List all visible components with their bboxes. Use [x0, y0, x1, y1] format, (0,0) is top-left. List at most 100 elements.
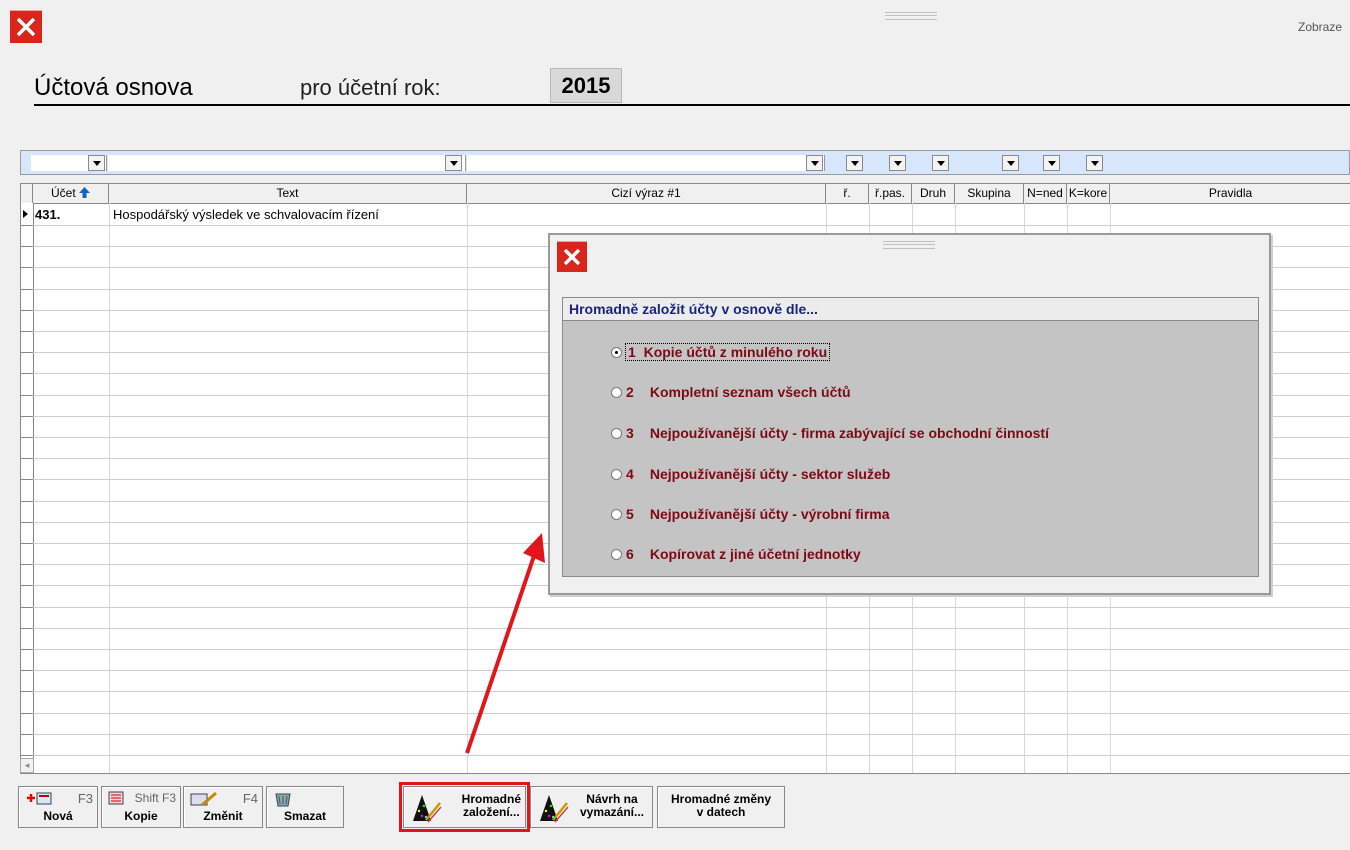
edit-pencil-icon	[190, 791, 217, 807]
radio-icon[interactable]	[611, 427, 622, 439]
row-indicator-rule	[21, 246, 33, 247]
filter-rpas-dropdown[interactable]	[889, 155, 906, 171]
radio-icon[interactable]	[611, 468, 622, 480]
row-indicator-rule	[21, 543, 33, 544]
bulk-create-dialog: Hromadně založit účty v osnově dle... 1 …	[548, 233, 1271, 595]
row-indicator-rule	[21, 585, 33, 586]
window-close-button[interactable]	[10, 10, 42, 43]
row-indicator-rule	[21, 713, 33, 714]
options-panel: Hromadně založit účty v osnově dle... 1 …	[562, 297, 1259, 577]
view-label[interactable]: Zobraze	[1298, 20, 1342, 34]
column-header-druh[interactable]: Druh	[912, 184, 955, 203]
filter-text-dropdown[interactable]	[445, 155, 462, 171]
row-indicator-rule	[21, 691, 33, 692]
copy-button[interactable]: Shift F3 Kopie	[101, 786, 181, 828]
row-indicator-rule	[21, 416, 33, 417]
column-header-ucet[interactable]: Účet	[33, 184, 109, 203]
add-record-icon	[27, 792, 52, 805]
row-indicator-rule	[21, 564, 33, 565]
filter-n-dropdown[interactable]	[1043, 155, 1060, 171]
radio-icon[interactable]	[611, 508, 622, 520]
wizard-hat-icon	[413, 795, 442, 823]
grid-rule	[21, 225, 1350, 226]
filter-druh-dropdown[interactable]	[932, 155, 949, 171]
row-indicator-rule	[21, 522, 33, 523]
filter-skupina-dropdown[interactable]	[1002, 155, 1019, 171]
row-indicator-rule	[21, 607, 33, 608]
row-indicator-rule	[21, 458, 33, 459]
grid-rule	[21, 691, 1350, 692]
filter-text[interactable]	[108, 155, 466, 171]
trash-bin-icon	[275, 793, 291, 807]
grid-rule	[21, 628, 1350, 629]
grid-rule	[21, 670, 1350, 671]
row-indicator-rule	[21, 289, 33, 290]
column-header-rpas[interactable]: ř.pas.	[869, 184, 912, 203]
bulk-changes-button[interactable]: Hromadné změny v datech	[657, 786, 785, 828]
row-indicator-rule	[21, 373, 33, 374]
column-header-text[interactable]: Text	[109, 184, 467, 203]
close-x-icon	[16, 17, 36, 37]
radio-icon[interactable]	[611, 386, 622, 398]
header-indicator	[21, 184, 33, 203]
row-indicator-rule	[21, 628, 33, 629]
row-indicator-rule	[21, 437, 33, 438]
table-row-account[interactable]: 431.	[35, 207, 60, 222]
row-indicator-rule	[21, 755, 33, 756]
dialog-heading: Hromadně založit účty v osnově dle...	[563, 298, 1258, 321]
column-header-k[interactable]: K=kore	[1067, 184, 1110, 203]
column-header-n[interactable]: N=ned	[1024, 184, 1067, 203]
column-header-skupina[interactable]: Skupina	[955, 184, 1024, 203]
row-indicator-rule	[21, 501, 33, 502]
new-button[interactable]: F3 Nová	[18, 786, 98, 828]
row-indicator-rule	[21, 395, 33, 396]
row-indicator-rule	[21, 331, 33, 332]
row-indicator-rule	[21, 670, 33, 671]
title-divider	[34, 104, 1350, 106]
edit-button[interactable]: F4 Změnit	[183, 786, 263, 828]
option-3[interactable]: 3 Nejpoužívanější účty - firma zabývajíc…	[611, 425, 1049, 441]
column-header-r[interactable]: ř.	[826, 184, 869, 203]
window-drag-grip[interactable]	[885, 12, 937, 20]
wizard-hat-icon	[540, 795, 569, 823]
filter-k-dropdown[interactable]	[1086, 155, 1103, 171]
page-title: Účtová osnova	[34, 74, 193, 101]
arrow-up-icon	[79, 187, 91, 198]
option-2[interactable]: 2 Kompletní seznam všech účtů	[611, 384, 851, 400]
grid-rule	[21, 734, 1350, 735]
filter-foreign[interactable]	[467, 155, 825, 171]
row-indicator-rule	[21, 479, 33, 480]
close-x-icon	[563, 248, 581, 266]
propose-delete-button[interactable]: Návrh na vymazání...	[530, 786, 653, 828]
grid-rule	[21, 607, 1350, 608]
table-row-text[interactable]: Hospodářský výsledek ve schvalovacím říz…	[113, 207, 379, 222]
column-header-foreign[interactable]: Cizí výraz #1	[467, 184, 826, 203]
year-label: pro účetní rok:	[300, 75, 441, 100]
option-4[interactable]: 4 Nejpoužívanější účty - sektor služeb	[611, 466, 890, 482]
option-5[interactable]: 5 Nejpoužívanější účty - výrobní firma	[611, 506, 890, 522]
filter-foreign-dropdown[interactable]	[806, 155, 823, 171]
filter-ucet-dropdown[interactable]	[88, 155, 105, 171]
scroll-left-button[interactable]: ◂	[20, 758, 34, 773]
row-indicator-rule	[21, 310, 33, 311]
row-indicator-rule	[21, 649, 33, 650]
annotation-arrow	[465, 533, 545, 754]
grid-rule	[21, 755, 1350, 756]
option-1[interactable]: 1 Kopie účtů z minulého roku	[611, 343, 831, 361]
filter-r-dropdown[interactable]	[846, 155, 863, 171]
year-field[interactable]: 2015	[550, 68, 622, 103]
row-indicator-rule	[21, 267, 33, 268]
column-header-pravidla[interactable]: Pravidla	[1110, 184, 1350, 203]
radio-icon[interactable]	[611, 548, 622, 560]
bulk-create-button[interactable]: Hromadné založení...	[399, 782, 530, 832]
row-indicator-rule	[21, 225, 33, 226]
radio-selected-icon[interactable]	[611, 346, 622, 358]
option-6[interactable]: 6 Kopírovat z jiné účetní jednotky	[611, 546, 861, 562]
grid-rule	[21, 713, 1350, 714]
grid-header: Účet Text Cizí výraz #1 ř. ř.pas. Druh S…	[21, 183, 1350, 204]
dialog-close-button[interactable]	[557, 241, 587, 272]
copy-record-icon	[108, 791, 124, 805]
delete-button[interactable]: Smazat	[266, 786, 344, 828]
column-filter-row	[20, 150, 1350, 175]
dialog-drag-grip[interactable]	[883, 241, 935, 249]
